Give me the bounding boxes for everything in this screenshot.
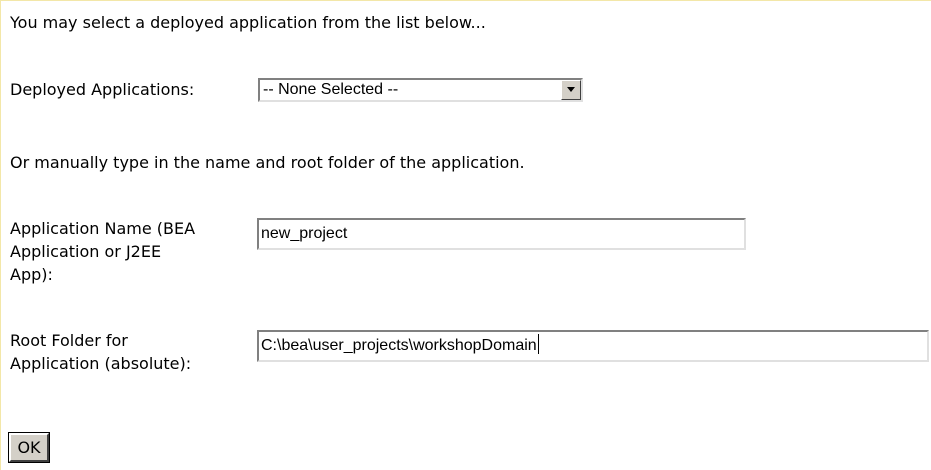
manual-entry-text: Or manually type in the name and root fo…	[10, 153, 525, 172]
application-name-label-line2: Application or J2EE	[10, 242, 162, 261]
intro-text: You may select a deployed application fr…	[10, 13, 486, 32]
application-name-label-line3: App):	[10, 265, 53, 284]
chevron-down-icon	[567, 87, 575, 92]
root-folder-input[interactable]: C:\bea\user_projects\workshopDomain	[257, 330, 929, 362]
application-name-input[interactable]: new_project	[257, 218, 746, 250]
deployed-applications-select[interactable]: -- None Selected --	[258, 78, 583, 102]
root-folder-label-line2: Application (absolute):	[10, 354, 192, 373]
deployed-applications-label: Deployed Applications:	[10, 80, 195, 99]
ok-button[interactable]: OK	[8, 432, 50, 463]
application-name-label-line1: Application Name (BEA	[10, 219, 196, 238]
text-caret	[537, 334, 539, 354]
root-folder-value: C:\bea\user_projects\workshopDomain	[261, 332, 539, 360]
root-folder-text: C:\bea\user_projects\workshopDomain	[261, 337, 537, 354]
deployed-applications-selected-value: -- None Selected --	[263, 81, 399, 98]
application-name-value: new_project	[261, 225, 348, 242]
dropdown-button[interactable]	[561, 80, 581, 100]
root-folder-label-line1: Root Folder for	[10, 331, 128, 350]
